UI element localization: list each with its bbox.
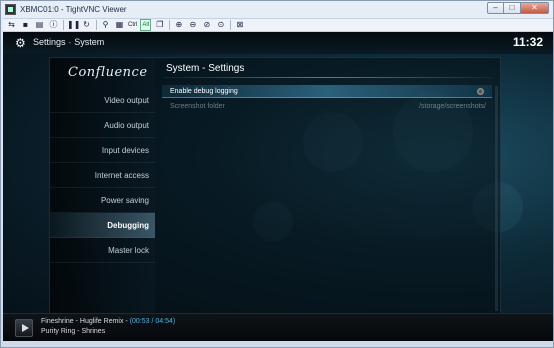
sidebar-item-debugging[interactable]: Debugging xyxy=(50,213,155,238)
confluence-logo: Confluence xyxy=(68,65,148,80)
ctrl-button[interactable]: Ctrl xyxy=(128,20,137,30)
now-playing-artist: Purity Ring - Shrines xyxy=(41,328,106,335)
xbmc-header: ⚙ Settings - System 11:32 xyxy=(3,32,553,54)
zoom-100-icon[interactable]: ⊘ xyxy=(201,20,212,30)
sidebar-item-power-saving[interactable]: Power saving xyxy=(50,188,155,213)
now-playing-bar: Fineshrine - Huglife Remix - (00:53 / 04… xyxy=(3,313,553,341)
breadcrumb: Settings - System xyxy=(33,37,104,47)
sidebar-item-audio-output[interactable]: Audio output xyxy=(50,113,155,138)
save-icon[interactable]: ▪ xyxy=(20,20,31,30)
toolbar-separator xyxy=(96,20,97,30)
zoom-fit-icon[interactable]: ⊙ xyxy=(215,20,226,30)
track-title: Fineshrine - Huglife Remix - xyxy=(41,318,130,325)
setting-value: /storage/screenshots/ xyxy=(419,103,486,110)
ctrl-alt-del-icon[interactable]: ⚲ xyxy=(100,20,111,30)
track-time: (00:53 / 04:54) xyxy=(129,318,176,325)
setting-label: Enable debug logging xyxy=(170,88,238,95)
setting-label: Screenshot folder xyxy=(170,103,225,110)
clipboard-icon[interactable]: ❐ xyxy=(154,20,165,30)
alt-button[interactable]: Alt xyxy=(140,19,152,31)
title-bar[interactable]: XBMC01:0 - TightVNC Viewer – □ ✕ xyxy=(1,1,553,18)
toolbar-separator xyxy=(230,20,232,30)
gear-icon: ⚙ xyxy=(15,36,26,50)
breadcrumb-separator: - xyxy=(68,38,72,47)
toolbar-separator xyxy=(169,20,171,30)
refresh-icon[interactable]: ↻ xyxy=(81,20,92,30)
setting-screenshot-folder[interactable]: Screenshot folder /storage/screenshots/ xyxy=(162,100,492,113)
fullscreen-icon[interactable]: ⊠ xyxy=(234,20,245,30)
sidebar-item-internet-access[interactable]: Internet access xyxy=(50,163,155,188)
breadcrumb-root: Settings xyxy=(33,37,66,47)
settings-panel: Confluence Video output Audio output Inp… xyxy=(49,57,501,314)
sidebar-item-input-devices[interactable]: Input devices xyxy=(50,138,155,163)
settings-sidebar: Confluence Video output Audio output Inp… xyxy=(50,58,155,313)
info-icon[interactable]: ⓘ xyxy=(48,20,59,30)
vnc-toolbar: ⇆ ▪ ▤ ⓘ ❚❚ ↻ ⚲ ▦ Ctrl Alt ❐ ⊕ ⊖ ⊘ ⊙ ⊠ xyxy=(3,18,553,32)
new-connection-icon[interactable]: ⇆ xyxy=(6,20,17,30)
sidebar-item-master-lock[interactable]: Master lock xyxy=(50,238,155,263)
close-button[interactable]: ✕ xyxy=(521,2,549,14)
now-playing-track: Fineshrine - Huglife Remix - (00:53 / 04… xyxy=(41,318,175,325)
title-divider xyxy=(162,77,492,78)
window-controls: – □ ✕ xyxy=(487,2,549,14)
minimize-button[interactable]: – xyxy=(487,2,504,14)
pause-icon[interactable]: ❚❚ xyxy=(67,20,80,30)
options-icon[interactable]: ▤ xyxy=(34,20,45,30)
breadcrumb-page: System xyxy=(74,37,105,47)
setting-enable-debug-logging[interactable]: Enable debug logging xyxy=(162,85,492,98)
clock: 11:32 xyxy=(512,35,543,49)
window-title: XBMC01:0 - TightVNC Viewer xyxy=(20,5,127,14)
toolbar-separator xyxy=(63,20,64,30)
page-title: System - Settings xyxy=(166,63,245,74)
toggle-off-icon[interactable] xyxy=(477,88,484,95)
content-scrollbar[interactable] xyxy=(495,86,498,311)
start-icon[interactable]: ▦ xyxy=(114,20,125,30)
vnc-viewer-window: XBMC01:0 - TightVNC Viewer – □ ✕ ⇆ ▪ ▤ ⓘ… xyxy=(0,0,554,348)
play-icon[interactable] xyxy=(15,319,33,337)
zoom-out-icon[interactable]: ⊖ xyxy=(187,20,198,30)
vnc-app-icon xyxy=(5,4,16,15)
sidebar-item-video-output[interactable]: Video output xyxy=(50,88,155,113)
zoom-in-icon[interactable]: ⊕ xyxy=(173,20,184,30)
settings-content: System - Settings Enable debug logging S… xyxy=(156,58,500,313)
xbmc-screen[interactable]: ⚙ Settings - System 11:32 Confluence Video… xyxy=(3,32,553,341)
maximize-button[interactable]: □ xyxy=(504,2,521,14)
